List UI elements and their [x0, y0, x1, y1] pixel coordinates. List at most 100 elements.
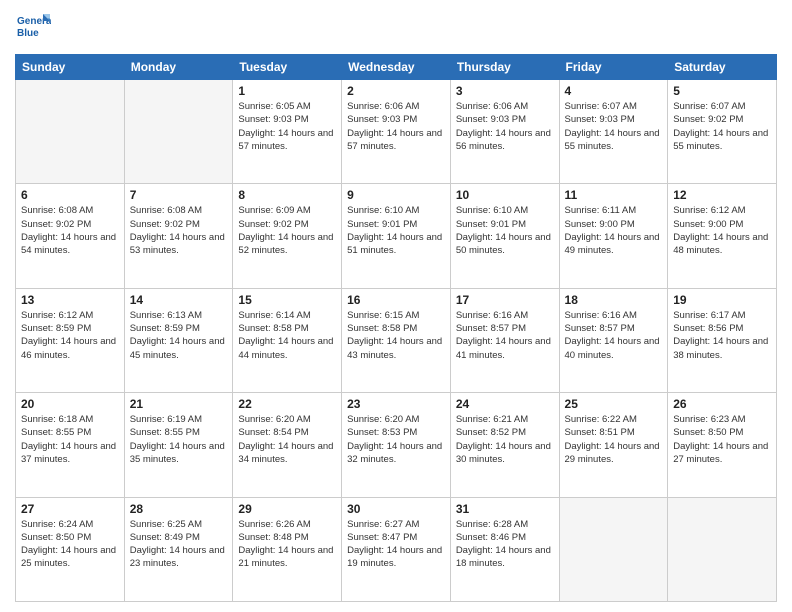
day-info: Sunrise: 6:16 AM Sunset: 8:57 PM Dayligh…	[456, 309, 554, 362]
day-number: 24	[456, 397, 554, 411]
day-info: Sunrise: 6:15 AM Sunset: 8:58 PM Dayligh…	[347, 309, 445, 362]
table-cell: 11 Sunrise: 6:11 AM Sunset: 9:00 PM Dayli…	[559, 184, 668, 288]
day-number: 26	[673, 397, 771, 411]
day-info: Sunrise: 6:05 AM Sunset: 9:03 PM Dayligh…	[238, 100, 336, 153]
logo: General Blue	[15, 10, 51, 46]
day-number: 19	[673, 293, 771, 307]
day-number: 10	[456, 188, 554, 202]
day-number: 7	[130, 188, 228, 202]
table-cell: 30 Sunrise: 6:27 AM Sunset: 8:47 PM Dayli…	[342, 497, 451, 601]
day-number: 4	[565, 84, 663, 98]
table-cell: 20 Sunrise: 6:18 AM Sunset: 8:55 PM Dayli…	[16, 393, 125, 497]
day-info: Sunrise: 6:10 AM Sunset: 9:01 PM Dayligh…	[456, 204, 554, 257]
day-number: 1	[238, 84, 336, 98]
table-cell: 31Sunrise: 6:28 AM Sunset: 8:46 PM Dayli…	[450, 497, 559, 601]
table-cell: 27 Sunrise: 6:24 AM Sunset: 8:50 PM Dayli…	[16, 497, 125, 601]
day-number: 14	[130, 293, 228, 307]
day-number: 20	[21, 397, 119, 411]
table-cell	[559, 497, 668, 601]
calendar-header-row: Sunday Monday Tuesday Wednesday Thursday…	[16, 55, 777, 80]
day-number: 18	[565, 293, 663, 307]
col-wednesday: Wednesday	[342, 55, 451, 80]
table-cell: 10 Sunrise: 6:10 AM Sunset: 9:01 PM Dayli…	[450, 184, 559, 288]
day-number: 6	[21, 188, 119, 202]
table-cell: 25 Sunrise: 6:22 AM Sunset: 8:51 PM Dayli…	[559, 393, 668, 497]
week-row-5: 27 Sunrise: 6:24 AM Sunset: 8:50 PM Dayli…	[16, 497, 777, 601]
table-cell: 21 Sunrise: 6:19 AM Sunset: 8:55 PM Dayli…	[124, 393, 233, 497]
table-cell: 14Sunrise: 6:13 AM Sunset: 8:59 PM Dayli…	[124, 288, 233, 392]
col-sunday: Sunday	[16, 55, 125, 80]
table-cell: 7 Sunrise: 6:08 AM Sunset: 9:02 PM Daylig…	[124, 184, 233, 288]
table-cell: 4Sunrise: 6:07 AM Sunset: 9:03 PM Daylig…	[559, 80, 668, 184]
day-number: 23	[347, 397, 445, 411]
table-cell: 23 Sunrise: 6:20 AM Sunset: 8:53 PM Dayli…	[342, 393, 451, 497]
col-thursday: Thursday	[450, 55, 559, 80]
day-number: 29	[238, 502, 336, 516]
week-row-4: 20 Sunrise: 6:18 AM Sunset: 8:55 PM Dayli…	[16, 393, 777, 497]
day-number: 17	[456, 293, 554, 307]
day-info: Sunrise: 6:19 AM Sunset: 8:55 PM Dayligh…	[130, 413, 228, 466]
day-info: Sunrise: 6:10 AM Sunset: 9:01 PM Dayligh…	[347, 204, 445, 257]
day-info: Sunrise: 6:09 AM Sunset: 9:02 PM Dayligh…	[238, 204, 336, 257]
day-info: Sunrise: 6:06 AM Sunset: 9:03 PM Dayligh…	[347, 100, 445, 153]
table-cell: 9 Sunrise: 6:10 AM Sunset: 9:01 PM Daylig…	[342, 184, 451, 288]
day-info: Sunrise: 6:21 AM Sunset: 8:52 PM Dayligh…	[456, 413, 554, 466]
calendar-table: Sunday Monday Tuesday Wednesday Thursday…	[15, 54, 777, 602]
day-number: 3	[456, 84, 554, 98]
table-cell	[668, 497, 777, 601]
day-info: Sunrise: 6:11 AM Sunset: 9:00 PM Dayligh…	[565, 204, 663, 257]
day-info: Sunrise: 6:24 AM Sunset: 8:50 PM Dayligh…	[21, 518, 119, 571]
day-info: Sunrise: 6:06 AM Sunset: 9:03 PM Dayligh…	[456, 100, 554, 153]
day-info: Sunrise: 6:14 AM Sunset: 8:58 PM Dayligh…	[238, 309, 336, 362]
day-info: Sunrise: 6:20 AM Sunset: 8:53 PM Dayligh…	[347, 413, 445, 466]
day-number: 21	[130, 397, 228, 411]
page: General Blue Sunday Monday Tuesday Wedne…	[0, 0, 792, 612]
day-info: Sunrise: 6:28 AM Sunset: 8:46 PM Dayligh…	[456, 518, 554, 571]
day-info: Sunrise: 6:27 AM Sunset: 8:47 PM Dayligh…	[347, 518, 445, 571]
day-number: 11	[565, 188, 663, 202]
day-info: Sunrise: 6:20 AM Sunset: 8:54 PM Dayligh…	[238, 413, 336, 466]
day-info: Sunrise: 6:17 AM Sunset: 8:56 PM Dayligh…	[673, 309, 771, 362]
day-number: 2	[347, 84, 445, 98]
table-cell: 16 Sunrise: 6:15 AM Sunset: 8:58 PM Dayli…	[342, 288, 451, 392]
day-number: 5	[673, 84, 771, 98]
col-monday: Monday	[124, 55, 233, 80]
col-tuesday: Tuesday	[233, 55, 342, 80]
table-cell: 28Sunrise: 6:25 AM Sunset: 8:49 PM Dayli…	[124, 497, 233, 601]
day-info: Sunrise: 6:18 AM Sunset: 8:55 PM Dayligh…	[21, 413, 119, 466]
table-cell: 2 Sunrise: 6:06 AM Sunset: 9:03 PM Daylig…	[342, 80, 451, 184]
table-cell: 26 Sunrise: 6:23 AM Sunset: 8:50 PM Dayli…	[668, 393, 777, 497]
logo-icon: General Blue	[15, 10, 51, 46]
day-info: Sunrise: 6:08 AM Sunset: 9:02 PM Dayligh…	[21, 204, 119, 257]
svg-text:Blue: Blue	[17, 28, 39, 39]
day-info: Sunrise: 6:12 AM Sunset: 9:00 PM Dayligh…	[673, 204, 771, 257]
day-info: Sunrise: 6:26 AM Sunset: 8:48 PM Dayligh…	[238, 518, 336, 571]
table-cell: 19 Sunrise: 6:17 AM Sunset: 8:56 PM Dayli…	[668, 288, 777, 392]
day-info: Sunrise: 6:23 AM Sunset: 8:50 PM Dayligh…	[673, 413, 771, 466]
col-friday: Friday	[559, 55, 668, 80]
day-info: Sunrise: 6:22 AM Sunset: 8:51 PM Dayligh…	[565, 413, 663, 466]
day-info: Sunrise: 6:07 AM Sunset: 9:02 PM Dayligh…	[673, 100, 771, 153]
day-number: 9	[347, 188, 445, 202]
table-cell: 5 Sunrise: 6:07 AM Sunset: 9:02 PM Daylig…	[668, 80, 777, 184]
week-row-1: 1 Sunrise: 6:05 AM Sunset: 9:03 PM Daylig…	[16, 80, 777, 184]
table-cell	[124, 80, 233, 184]
table-cell: 22 Sunrise: 6:20 AM Sunset: 8:54 PM Dayli…	[233, 393, 342, 497]
day-number: 8	[238, 188, 336, 202]
day-number: 25	[565, 397, 663, 411]
table-cell: 12Sunrise: 6:12 AM Sunset: 9:00 PM Dayli…	[668, 184, 777, 288]
table-cell: 6 Sunrise: 6:08 AM Sunset: 9:02 PM Daylig…	[16, 184, 125, 288]
day-number: 16	[347, 293, 445, 307]
day-number: 13	[21, 293, 119, 307]
table-cell: 24 Sunrise: 6:21 AM Sunset: 8:52 PM Dayli…	[450, 393, 559, 497]
day-info: Sunrise: 6:08 AM Sunset: 9:02 PM Dayligh…	[130, 204, 228, 257]
week-row-2: 6 Sunrise: 6:08 AM Sunset: 9:02 PM Daylig…	[16, 184, 777, 288]
day-number: 27	[21, 502, 119, 516]
day-number: 22	[238, 397, 336, 411]
day-number: 30	[347, 502, 445, 516]
table-cell: 29 Sunrise: 6:26 AM Sunset: 8:48 PM Dayli…	[233, 497, 342, 601]
day-number: 15	[238, 293, 336, 307]
col-saturday: Saturday	[668, 55, 777, 80]
day-info: Sunrise: 6:25 AM Sunset: 8:49 PM Dayligh…	[130, 518, 228, 571]
table-cell	[16, 80, 125, 184]
